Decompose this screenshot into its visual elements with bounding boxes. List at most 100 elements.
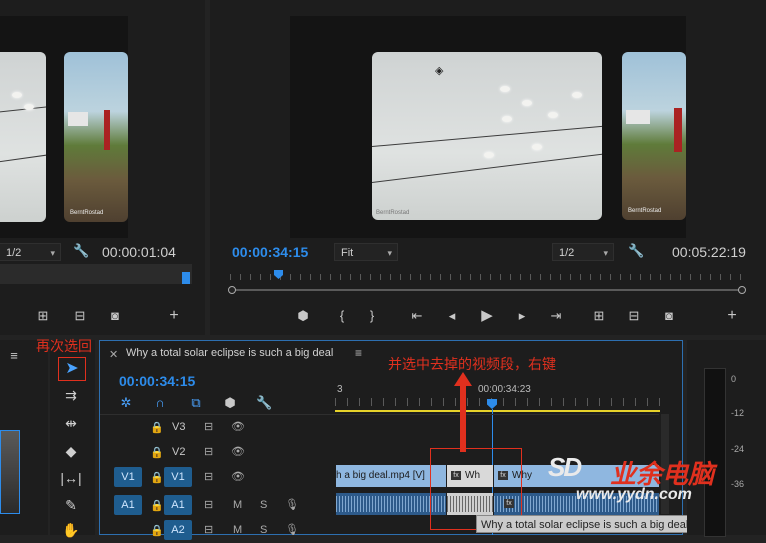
mute-button[interactable]: M	[233, 499, 242, 511]
target-cursor-icon: ◈	[435, 65, 444, 77]
audio-meter-label-0: 0	[731, 374, 737, 384]
program-fit-dropdown[interactable]: Fit ▾	[334, 243, 398, 261]
sequence-tab[interactable]: Why a total solar eclipse is such a big …	[126, 347, 333, 359]
sync-lock-icon[interactable]: ⊟	[204, 470, 213, 483]
source-overwrite-button[interactable]: ⊟	[72, 308, 88, 324]
source-timecode: 00:00:01:04	[102, 244, 176, 260]
program-monitor-viewport: ◈ BerntRostad BerntRostad	[290, 16, 686, 238]
step-forward-button[interactable]: ▸	[514, 308, 530, 324]
go-to-out-button[interactable]: ⇥	[548, 308, 564, 324]
microphone-icon[interactable]: 🎙	[285, 498, 299, 511]
extract-button[interactable]: ⊟	[626, 308, 642, 324]
track-v1-target[interactable]: V1	[164, 467, 192, 487]
camera-icon[interactable]: ◙	[107, 308, 123, 324]
logo-mark: SD	[548, 452, 582, 482]
eye-icon[interactable]: 👁	[231, 445, 245, 458]
mark-in-button[interactable]: {	[334, 308, 350, 324]
program-playhead[interactable]	[274, 270, 283, 279]
razor-tool[interactable]: ◆	[58, 440, 84, 462]
wrench-icon[interactable]: 🔧	[73, 243, 89, 259]
source-monitor-panel: BerntRostad 1/2 ▾ 🔧 00:00:01:04 ⊞ ⊟ ◙ +	[0, 0, 205, 335]
add-marker-icon[interactable]: ⬢	[295, 308, 311, 324]
source-scrub-bar[interactable]	[0, 264, 192, 284]
solo-button[interactable]: S	[260, 499, 267, 511]
add-marker-icon[interactable]: ⬢	[222, 395, 238, 411]
nest-icon[interactable]: ✲	[118, 395, 134, 411]
snap-icon[interactable]: ∩	[152, 395, 168, 411]
track-v2-label: V2	[172, 446, 186, 458]
site-logo: SD 业余电脑 www.yydn.com	[548, 450, 763, 510]
track-a1-header: A1 🔒 A1 ⊟ M S 🎙	[100, 494, 335, 518]
program-scrub-bar[interactable]	[228, 286, 748, 294]
annotation-arrow-head	[454, 372, 472, 386]
timeline-ruler[interactable]: 3 00:00:34:23	[335, 380, 660, 414]
menu-icon[interactable]: ≡	[355, 346, 362, 360]
project-panel: ≡	[0, 340, 48, 535]
timeline-toolbar: ✲ ∩ ⧉ ⬢ 🔧	[118, 395, 278, 411]
ruler-playhead-label: 00:00:34:23	[478, 384, 531, 395]
mute-button[interactable]: M	[233, 524, 242, 536]
eye-icon[interactable]: 👁	[231, 420, 245, 433]
lock-icon[interactable]: 🔒	[150, 524, 164, 537]
chevron-down-icon: ▾	[387, 248, 392, 258]
work-area-bar[interactable]	[335, 410, 660, 412]
solo-button[interactable]: S	[260, 524, 267, 536]
selection-tool[interactable]: ➤	[58, 357, 86, 381]
track-select-tool[interactable]: ⇉	[58, 384, 84, 406]
program-zoom-dropdown[interactable]: 1/2 ▾	[552, 243, 614, 261]
sync-lock-icon[interactable]: ⊟	[204, 420, 213, 433]
program-time-ruler[interactable]	[230, 268, 744, 282]
plus-icon[interactable]: +	[166, 308, 182, 324]
hand-tool[interactable]: ✋	[58, 519, 84, 541]
sync-lock-icon[interactable]: ⊟	[204, 445, 213, 458]
source-monitor-viewport: BerntRostad	[0, 16, 128, 238]
lock-icon[interactable]: 🔒	[150, 471, 164, 484]
reselect-annotation: 再次选回	[36, 338, 92, 354]
program-watermark-next: BerntRostad	[628, 208, 662, 214]
close-icon[interactable]: ✕	[109, 348, 118, 361]
go-to-in-button[interactable]: ⇤	[409, 308, 425, 324]
eye-icon[interactable]: 👁	[231, 470, 245, 483]
logo-url: www.yydn.com	[576, 486, 692, 503]
lift-button[interactable]: ⊞	[591, 308, 607, 324]
source-frame-left	[0, 52, 46, 222]
timeline-playhead[interactable]	[487, 399, 497, 409]
timeline-timecode[interactable]: 00:00:34:15	[119, 373, 195, 389]
program-watermark-current: BerntRostad	[376, 210, 410, 216]
track-a1-target[interactable]: A1	[164, 495, 192, 515]
plus-icon[interactable]: +	[724, 308, 740, 324]
program-current-frame: ◈ BerntRostad	[372, 52, 602, 220]
track-a2-target[interactable]: A2	[164, 520, 192, 540]
linked-selection-icon[interactable]: ⧉	[188, 395, 204, 411]
menu-icon[interactable]: ≡	[6, 348, 22, 364]
wrench-icon[interactable]: 🔧	[256, 395, 272, 411]
mark-out-button[interactable]: }	[364, 308, 380, 324]
play-button[interactable]: ▶	[479, 308, 495, 324]
ripple-edit-tool[interactable]: ⇹	[58, 412, 84, 434]
ruler-start-label: 3	[337, 384, 343, 395]
source-frame-right: BerntRostad	[64, 52, 128, 222]
source-zoom-dropdown[interactable]: 1/2 ▾	[0, 243, 61, 261]
wrench-icon[interactable]: 🔧	[628, 243, 644, 259]
lock-icon[interactable]: 🔒	[150, 499, 164, 512]
project-thumbnail	[0, 430, 20, 514]
pen-tool[interactable]: ✎	[58, 494, 84, 516]
program-current-timecode[interactable]: 00:00:34:15	[232, 244, 308, 260]
source-insert-button[interactable]: ⊞	[35, 308, 51, 324]
lock-icon[interactable]: 🔒	[150, 446, 164, 459]
slip-tool[interactable]: |↔|	[58, 467, 84, 489]
track-v2-header: 🔒 V2 ⊟ 👁	[100, 441, 335, 465]
source-patch-a1[interactable]: A1	[114, 495, 142, 515]
source-watermark: BerntRostad	[70, 210, 104, 216]
sync-lock-icon[interactable]: ⊟	[204, 498, 213, 511]
source-patch-v1[interactable]: V1	[114, 467, 142, 487]
lock-icon[interactable]: 🔒	[150, 421, 164, 434]
camera-icon[interactable]: ◙	[661, 308, 677, 324]
track-v3-label: V3	[172, 421, 186, 433]
track-v1-header: V1 🔒 V1 ⊟ 👁	[100, 466, 335, 490]
program-duration-timecode: 00:05:22:19	[672, 244, 746, 260]
step-back-button[interactable]: ◂	[444, 308, 460, 324]
sync-lock-icon[interactable]: ⊟	[204, 523, 213, 536]
track-a2-header: 🔒 A2 ⊟ M S 🎙	[100, 519, 335, 543]
microphone-icon[interactable]: 🎙	[285, 523, 299, 536]
